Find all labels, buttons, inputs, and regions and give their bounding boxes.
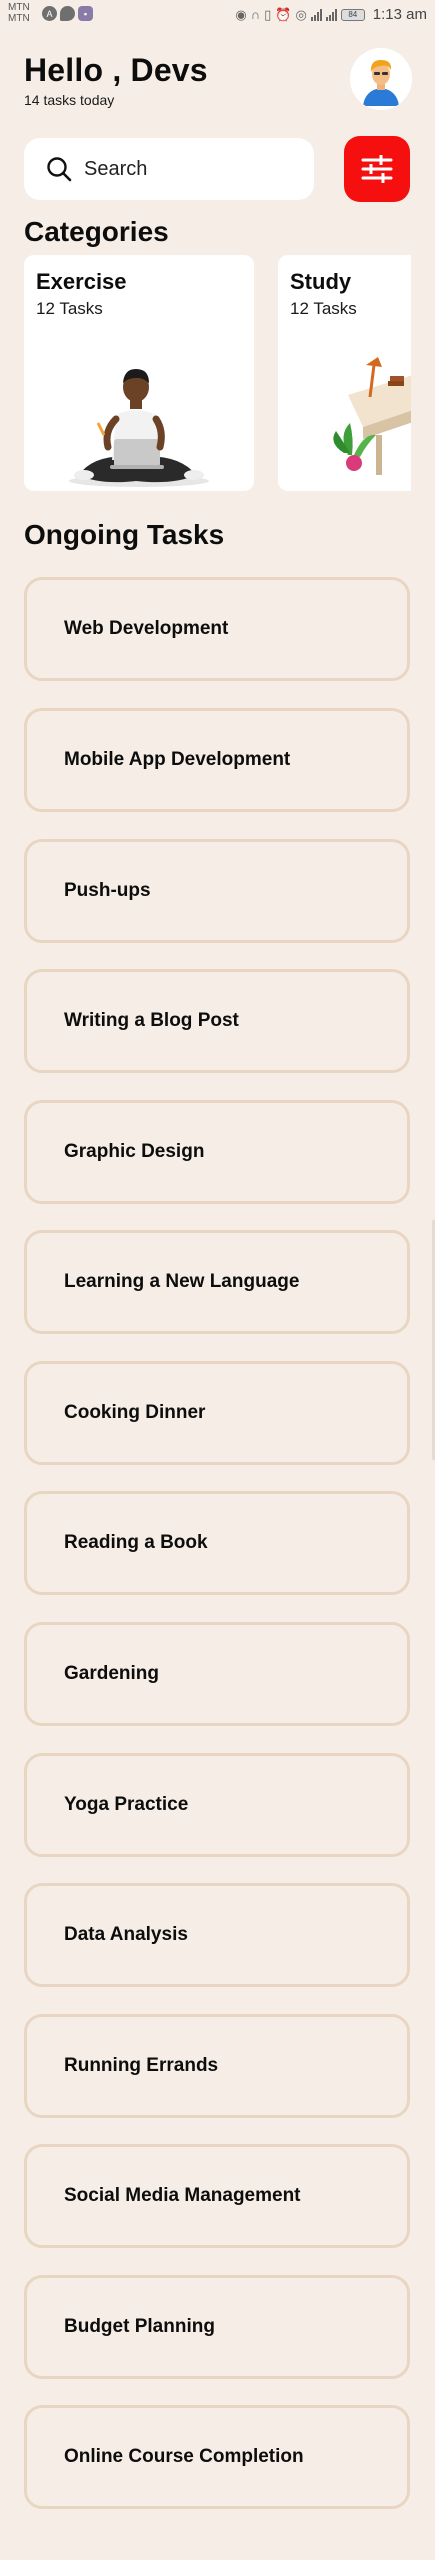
category-name: Exercise	[36, 269, 127, 294]
task-card[interactable]: Cooking Dinner	[24, 1361, 410, 1465]
task-card[interactable]: Push-ups	[24, 839, 410, 943]
notification-icons: A ▪	[42, 6, 93, 21]
avatar-icon	[350, 48, 412, 110]
task-title: Cooking Dinner	[64, 1402, 206, 1423]
vibrate-icon: ▯	[264, 6, 272, 22]
signal-4g-icon	[325, 8, 337, 21]
task-card[interactable]: Online Course Completion	[24, 2405, 410, 2509]
task-card[interactable]: Learning a New Language	[24, 1230, 410, 1334]
carrier-1: MTN	[8, 2, 30, 13]
category-name: Study	[290, 269, 352, 294]
filter-button[interactable]	[344, 136, 410, 202]
task-title: Budget Planning	[64, 2316, 215, 2337]
alarm-icon: ⏰	[275, 6, 292, 22]
tasks-today-count: 14 tasks today	[24, 92, 115, 108]
task-card[interactable]: Yoga Practice	[24, 1753, 410, 1857]
task-card[interactable]: Web Development	[24, 577, 410, 681]
system-status: ◉ ∩ ▯ ⏰ ◎ 84 1:13 am	[235, 6, 427, 23]
task-title: Data Analysis	[64, 1924, 188, 1945]
task-title: Reading a Book	[64, 1532, 208, 1553]
avatar[interactable]	[350, 48, 412, 110]
task-title: Graphic Design	[64, 1141, 205, 1162]
search-bar[interactable]	[24, 138, 314, 200]
clock: 1:13 am	[372, 6, 427, 23]
task-title: Mobile App Development	[64, 749, 291, 770]
carrier-2: MTN	[8, 13, 30, 24]
task-card[interactable]: Writing a Blog Post	[24, 969, 410, 1073]
greeting-title: Hello , Devs	[24, 52, 208, 88]
battery-icon: 84	[340, 8, 365, 21]
search-input[interactable]	[84, 152, 294, 186]
task-card[interactable]: Graphic Design	[24, 1100, 410, 1204]
task-title: Yoga Practice	[64, 1794, 189, 1815]
categories-carousel[interactable]: Exercise 12 Tasks Study 12 Tasks	[24, 255, 411, 491]
category-card-study[interactable]: Study 12 Tasks	[278, 255, 411, 491]
task-title: Gardening	[64, 1663, 160, 1684]
exercise-illustration	[69, 369, 209, 487]
task-title: Learning a New Language	[64, 1271, 300, 1292]
hotspot-icon: ◉	[235, 6, 247, 22]
task-card[interactable]: Budget Planning	[24, 2275, 410, 2379]
task-card[interactable]: Running Errands	[24, 2014, 410, 2118]
task-title: Running Errands	[64, 2055, 219, 2076]
category-count: 12 Tasks	[290, 299, 357, 318]
headset-icon: ∩	[250, 6, 261, 22]
study-illustration	[333, 357, 411, 475]
category-card-exercise[interactable]: Exercise 12 Tasks	[24, 255, 254, 491]
task-title: Online Course Completion	[64, 2446, 304, 2467]
page: MTN MTN A ▪ ◉ ∩ ▯ ⏰ ◎ 84 1:13 am Hello ,…	[0, 0, 435, 2560]
task-title: Push-ups	[64, 880, 151, 901]
search-icon	[47, 157, 72, 182]
eye-icon: ◎	[295, 6, 307, 22]
task-card[interactable]: Mobile App Development	[24, 708, 410, 812]
task-title: Web Development	[64, 618, 229, 639]
task-card[interactable]: Reading a Book	[24, 1491, 410, 1595]
task-title: Writing a Blog Post	[64, 1010, 239, 1031]
category-count: 12 Tasks	[36, 299, 103, 318]
categories-title: Categories	[24, 216, 169, 247]
app-a-icon: A	[42, 6, 57, 21]
carrier-labels: MTN MTN	[8, 2, 30, 24]
task-card[interactable]: Gardening	[24, 1622, 410, 1726]
status-bar: MTN MTN A ▪ ◉ ∩ ▯ ⏰ ◎ 84 1:13 am	[0, 0, 435, 30]
task-card[interactable]: Social Media Management	[24, 2144, 410, 2248]
signal-icon	[310, 8, 322, 21]
app-notification-icon: ▪	[78, 6, 93, 21]
message-icon	[60, 6, 75, 21]
sliders-icon	[361, 155, 393, 183]
task-title: Social Media Management	[64, 2185, 301, 2206]
task-card[interactable]: Data Analysis	[24, 1883, 410, 1987]
ongoing-tasks-title: Ongoing Tasks	[24, 519, 225, 550]
